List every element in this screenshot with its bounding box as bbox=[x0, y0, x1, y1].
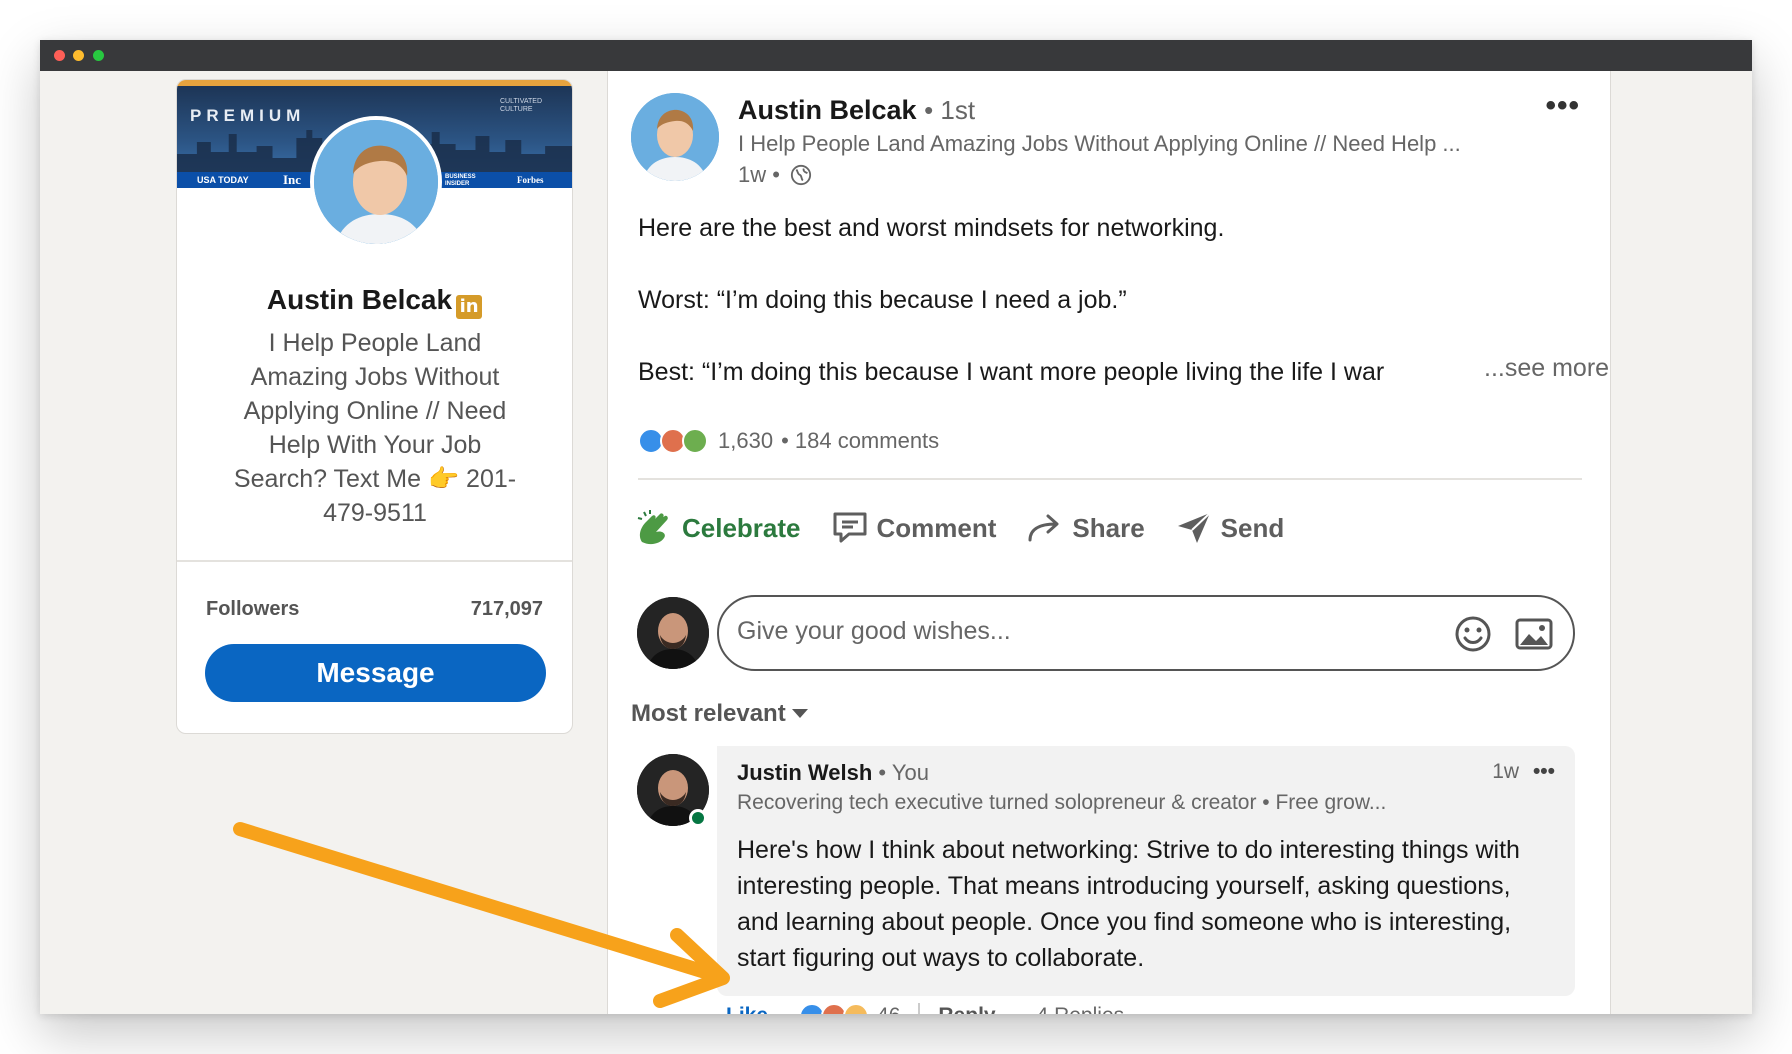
profile-card: PREMIUM CULTIVATED CULTURE USA TODAY Inc… bbox=[176, 79, 573, 734]
post-author-name[interactable]: Austin Belcak bbox=[738, 95, 917, 125]
post-body: Here are the best and worst mindsets for… bbox=[638, 210, 1578, 390]
post-time: 1w • bbox=[738, 162, 780, 187]
followers-label: Followers bbox=[206, 598, 300, 620]
image-icon[interactable] bbox=[1513, 614, 1555, 654]
minimize-window-icon[interactable] bbox=[73, 50, 84, 61]
avatar-portrait bbox=[314, 120, 438, 244]
celebrate-label: Celebrate bbox=[682, 512, 801, 543]
post-paragraph: Best: “I’m doing this because I want mor… bbox=[638, 358, 1385, 386]
comment-bubble: Justin Welsh • You 1w ••• Recovering tec… bbox=[717, 746, 1575, 996]
send-button[interactable]: Send bbox=[1175, 510, 1285, 546]
comment-author-tag: • You bbox=[878, 760, 929, 785]
see-more-link[interactable]: ...see more bbox=[1484, 354, 1609, 383]
share-icon bbox=[1028, 514, 1059, 542]
author-portrait bbox=[631, 93, 719, 181]
comment-like-button[interactable]: Like bbox=[726, 1004, 768, 1014]
post-meta: 1w • bbox=[738, 162, 812, 188]
comments-sort-dropdown[interactable]: Most relevant bbox=[631, 700, 808, 728]
send-icon bbox=[1177, 512, 1211, 543]
comments-count[interactable]: • 184 comments bbox=[781, 428, 939, 454]
replies-link[interactable]: 4 Replies bbox=[1037, 1004, 1125, 1014]
comment-text: Here's how I think about networking: Str… bbox=[737, 836, 1520, 972]
user-portrait bbox=[637, 597, 709, 669]
comment-actions: Like · 46 Reply · 4 Replies bbox=[717, 1003, 1124, 1014]
comment-button[interactable]: Comment bbox=[831, 510, 997, 546]
insightful-icon bbox=[843, 1003, 870, 1014]
post-paragraph: Worst: “I’m doing this because I need a … bbox=[638, 286, 1127, 314]
comment-icon bbox=[833, 512, 866, 543]
press-logo-forbes: Forbes bbox=[517, 175, 544, 185]
post-actions: Celebrate Comment Share Send bbox=[634, 508, 1314, 548]
caret-down-icon bbox=[791, 709, 808, 718]
more-horizontal-icon[interactable]: ••• bbox=[1545, 89, 1580, 123]
send-label: Send bbox=[1220, 512, 1285, 543]
comment-label: Comment bbox=[876, 512, 997, 543]
celebrate-icon bbox=[682, 428, 708, 454]
comment-composer[interactable]: Give your good wishes... bbox=[717, 595, 1575, 671]
share-button[interactable]: Share bbox=[1026, 510, 1145, 546]
premium-label: PREMIUM bbox=[190, 106, 306, 125]
culture-logo: CULTIVATED CULTURE bbox=[500, 98, 543, 113]
zoom-window-icon[interactable] bbox=[93, 50, 104, 61]
composer-placeholder: Give your good wishes... bbox=[737, 617, 1011, 645]
share-label: Share bbox=[1072, 512, 1145, 543]
profile-name-text: Austin Belcak bbox=[266, 284, 453, 315]
online-status-indicator bbox=[689, 809, 707, 827]
post-paragraph: Here are the best and worst mindsets for… bbox=[638, 214, 1225, 242]
current-user-avatar[interactable] bbox=[637, 597, 709, 669]
close-window-icon[interactable] bbox=[54, 50, 65, 61]
post-divider bbox=[638, 478, 1582, 480]
connection-degree: • 1st bbox=[924, 95, 976, 125]
comment-meta: 1w ••• bbox=[1492, 760, 1555, 784]
window-titlebar bbox=[40, 40, 1752, 71]
followers-count: 717,097 bbox=[470, 598, 543, 620]
profile-avatar[interactable] bbox=[310, 116, 442, 248]
celebrate-button[interactable]: Celebrate bbox=[634, 508, 801, 548]
dot-separator: · bbox=[782, 1004, 789, 1014]
post-author-line: Austin Belcak • 1st bbox=[738, 95, 975, 126]
press-logo-businessinsider: BUSINESS INSIDER bbox=[445, 174, 476, 187]
dot-separator: · bbox=[1018, 1004, 1025, 1014]
post-author-headline: I Help People Land Amazing Jobs Without … bbox=[738, 131, 1461, 156]
comment-reaction-count[interactable]: 46 bbox=[877, 1004, 900, 1014]
comment-reply-button[interactable]: Reply bbox=[938, 1004, 995, 1014]
post-author-avatar[interactable] bbox=[631, 93, 719, 181]
emoji-icon[interactable] bbox=[1453, 614, 1493, 654]
message-button[interactable]: Message bbox=[205, 644, 546, 702]
comment-author-line: Justin Welsh • You bbox=[737, 760, 929, 786]
comment-time: 1w bbox=[1492, 760, 1520, 783]
premium-badge-icon: in bbox=[456, 295, 483, 319]
app-window: PREMIUM CULTIVATED CULTURE USA TODAY Inc… bbox=[40, 40, 1752, 1014]
profile-name[interactable]: Austin Belcak in bbox=[177, 284, 572, 319]
vertical-divider bbox=[918, 1003, 921, 1014]
reaction-count[interactable]: 1,630 bbox=[718, 428, 773, 454]
sort-label: Most relevant bbox=[631, 700, 786, 727]
celebrate-hands-icon bbox=[637, 510, 668, 545]
globe-icon bbox=[790, 164, 812, 186]
card-divider bbox=[177, 560, 572, 562]
post-card: Austin Belcak • 1st I Help People Land A… bbox=[607, 71, 1611, 1014]
post-reactions-summary[interactable]: 1,630 • 184 comments bbox=[638, 428, 939, 454]
press-logo-usatoday: USA TODAY bbox=[197, 175, 249, 185]
comment-author-name[interactable]: Justin Welsh bbox=[737, 760, 872, 785]
comment-more-icon[interactable]: ••• bbox=[1533, 760, 1555, 783]
profile-headline: I Help People Land Amazing Jobs Without … bbox=[233, 329, 517, 527]
comment-author-headline: Recovering tech executive turned solopre… bbox=[737, 791, 1387, 814]
press-logo-inc: Inc bbox=[283, 172, 302, 187]
